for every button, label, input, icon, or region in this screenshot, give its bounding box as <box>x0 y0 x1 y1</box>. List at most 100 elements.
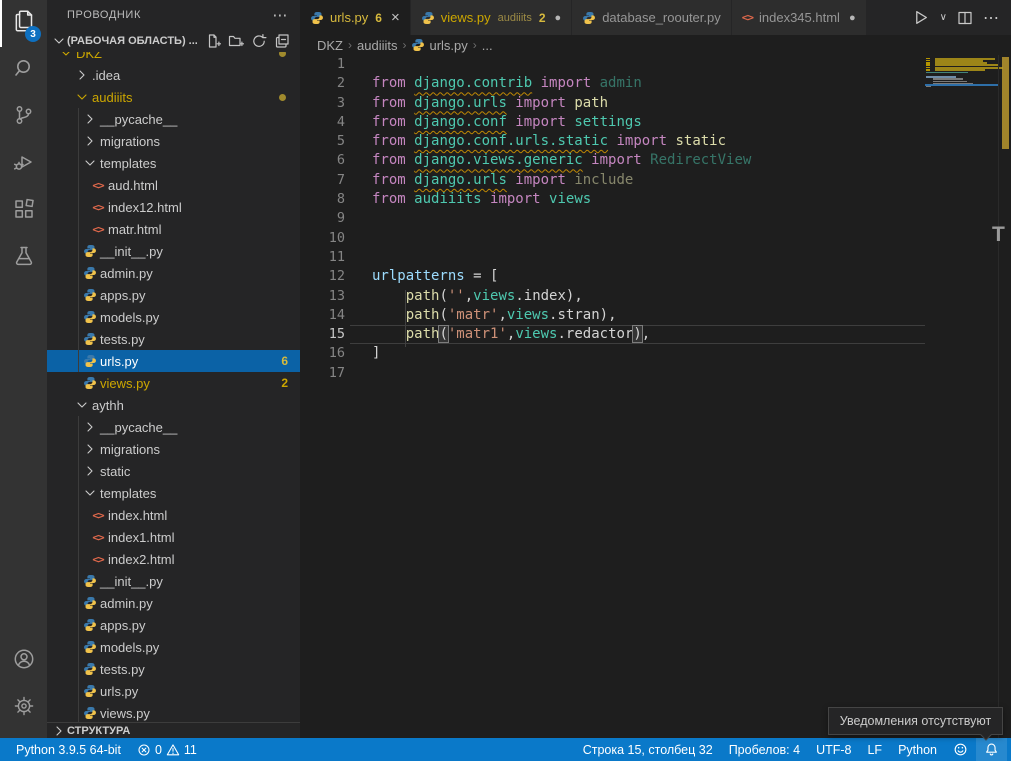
code-line[interactable]: 4from django.conf import settings <box>300 113 1011 132</box>
tree-item--init-py[interactable]: __init__.py <box>47 240 300 262</box>
tree-item-matr-html[interactable]: <>matr.html <box>47 218 300 240</box>
token: django.conf.urls.static <box>414 133 608 149</box>
activity-test-beaker-icon[interactable] <box>0 235 47 282</box>
code-line[interactable]: 12urlpatterns = [ <box>300 267 1011 286</box>
tab-index345-html[interactable]: <>index345.html● <box>732 0 867 35</box>
tree-item-views-py[interactable]: views.py2 <box>47 372 300 394</box>
tree-item--pycache-[interactable]: __pycache__ <box>47 108 300 130</box>
close-icon[interactable]: × <box>391 10 400 25</box>
activity-settings-gear-icon[interactable] <box>0 685 47 732</box>
tree-item-index-html[interactable]: <>index.html <box>47 504 300 526</box>
code-line[interactable]: 1 <box>300 55 1011 74</box>
cursor-position[interactable]: Строка 15, столбец 32 <box>575 738 721 761</box>
tree-item-templates[interactable]: templates <box>47 152 300 174</box>
tree-item-admin-py[interactable]: admin.py <box>47 262 300 284</box>
tree-item-index2-html[interactable]: <>index2.html <box>47 548 300 570</box>
tree-item-aud-html[interactable]: <>aud.html <box>47 174 300 196</box>
activity-extensions-icon[interactable] <box>0 188 47 235</box>
outline-section-header[interactable]: СТРУКТУРА <box>47 722 300 738</box>
code-line[interactable]: 16] <box>300 344 1011 363</box>
token: views <box>507 307 549 323</box>
sidebar-title-row: ПРОВОДНИК ⋯ <box>47 0 300 30</box>
tree-item-tests-py[interactable]: tests.py <box>47 658 300 680</box>
token: index <box>524 288 566 304</box>
tree-item-label: static <box>100 464 130 479</box>
breadcrumb-separator: › <box>402 38 406 52</box>
code-line[interactable]: 10 <box>300 229 1011 248</box>
breadcrumb-item-urls-py[interactable]: urls.py <box>411 38 467 53</box>
tree-item-static[interactable]: static <box>47 460 300 482</box>
tree-item-apps-py[interactable]: apps.py <box>47 284 300 306</box>
tree-item-apps-py[interactable]: apps.py <box>47 614 300 636</box>
tree-item-admin-py[interactable]: admin.py <box>47 592 300 614</box>
activity-run-debug-icon[interactable] <box>0 141 47 188</box>
code-line[interactable]: 6from django.views.generic import Redire… <box>300 151 1011 170</box>
token: '' <box>448 288 465 304</box>
workspace-section-header[interactable]: (РАБОЧАЯ ОБЛАСТЬ) ... <box>47 30 300 52</box>
code-line[interactable]: 17 <box>300 364 1011 383</box>
code-line[interactable]: 9 <box>300 209 1011 228</box>
tree-item-templates[interactable]: templates <box>47 482 300 504</box>
refresh-icon[interactable] <box>251 33 267 49</box>
breadcrumb-item--[interactable]: ... <box>482 38 493 53</box>
feedback[interactable] <box>945 738 976 761</box>
breadcrumb-item-audiiits[interactable]: audiiits <box>357 38 397 53</box>
code-line[interactable]: 3from django.urls import path <box>300 94 1011 113</box>
code-line[interactable]: 5from django.conf.urls.static import sta… <box>300 132 1011 151</box>
overview-ruler[interactable] <box>998 55 1011 738</box>
activity-search-icon[interactable] <box>0 47 47 94</box>
new-folder-icon[interactable] <box>228 33 244 49</box>
notifications[interactable] <box>976 738 1007 761</box>
python-interpreter[interactable]: Python 3.9.5 64-bit <box>8 738 129 761</box>
code-line[interactable]: 11 <box>300 248 1011 267</box>
minimap[interactable] <box>925 55 998 738</box>
tree-item-urls-py[interactable]: urls.py <box>47 680 300 702</box>
encoding[interactable]: UTF-8 <box>808 738 859 761</box>
activity-explorer-icon[interactable]: 3 <box>0 0 47 47</box>
tree-item--init-py[interactable]: __init__.py <box>47 570 300 592</box>
tab-urls-py[interactable]: urls.py6× <box>300 0 411 35</box>
tree-item-audiiits[interactable]: audiiits <box>47 86 300 108</box>
tree-item-dkz[interactable]: DKZ <box>47 52 300 64</box>
tab-views-py[interactable]: views.pyaudiiits2● <box>411 0 572 35</box>
indentation[interactable]: Пробелов: 4 <box>721 738 808 761</box>
collapse-all-icon[interactable] <box>274 33 290 49</box>
tree-item--pycache-[interactable]: __pycache__ <box>47 416 300 438</box>
code-line[interactable]: 8from audiiits import views <box>300 190 1011 209</box>
tree-item-index1-html[interactable]: <>index1.html <box>47 526 300 548</box>
eol[interactable]: LF <box>859 738 890 761</box>
tree-item-views-py[interactable]: views.py <box>47 702 300 722</box>
overview-warning-marker <box>1002 57 1009 149</box>
code-line[interactable]: 15 path('matr1',views.redactor), <box>300 325 1011 344</box>
run-button[interactable] <box>912 9 929 26</box>
tree-item-urls-py[interactable]: urls.py6 <box>47 350 300 372</box>
tree-item-migrations[interactable]: migrations <box>47 130 300 152</box>
tree-item-models-py[interactable]: models.py <box>47 636 300 658</box>
new-file-icon[interactable] <box>205 33 221 49</box>
tab-database-roouter-py[interactable]: database_roouter.py <box>572 0 732 35</box>
tree-item-index12-html[interactable]: <>index12.html <box>47 196 300 218</box>
code-line[interactable]: 7from django.urls import include <box>300 171 1011 190</box>
tree-item-migrations[interactable]: migrations <box>47 438 300 460</box>
activity-account-icon[interactable] <box>0 638 47 685</box>
language-mode[interactable]: Python <box>890 738 945 761</box>
chevron-down-icon <box>58 52 74 61</box>
code-line[interactable]: 14 path('matr',views.stran), <box>300 306 1011 325</box>
breadcrumb-item-dkz[interactable]: DKZ <box>317 38 343 53</box>
token: , <box>465 288 473 304</box>
code-line[interactable]: 2from django.contrib import admin <box>300 74 1011 93</box>
problems[interactable]: 011 <box>129 738 205 761</box>
more-actions-icon[interactable]: ⋯ <box>272 6 288 24</box>
chevron-down-icon[interactable]: ∨ <box>940 12 947 23</box>
tree-item-aythh[interactable]: aythh <box>47 394 300 416</box>
code-line[interactable]: 13 path('',views.index), <box>300 287 1011 306</box>
tree-item-tests-py[interactable]: tests.py <box>47 328 300 350</box>
code-editor[interactable]: 12from django.contrib import admin3from … <box>300 55 1011 738</box>
more-actions-icon[interactable]: ⋯ <box>983 8 999 28</box>
tree-item-models-py[interactable]: models.py <box>47 306 300 328</box>
tree-item-label: index1.html <box>108 530 174 545</box>
tree-item--idea[interactable]: .idea <box>47 64 300 86</box>
tree-item-label: urls.py <box>100 684 138 699</box>
split-editor-button[interactable] <box>957 10 973 26</box>
activity-source-control-icon[interactable] <box>0 94 47 141</box>
